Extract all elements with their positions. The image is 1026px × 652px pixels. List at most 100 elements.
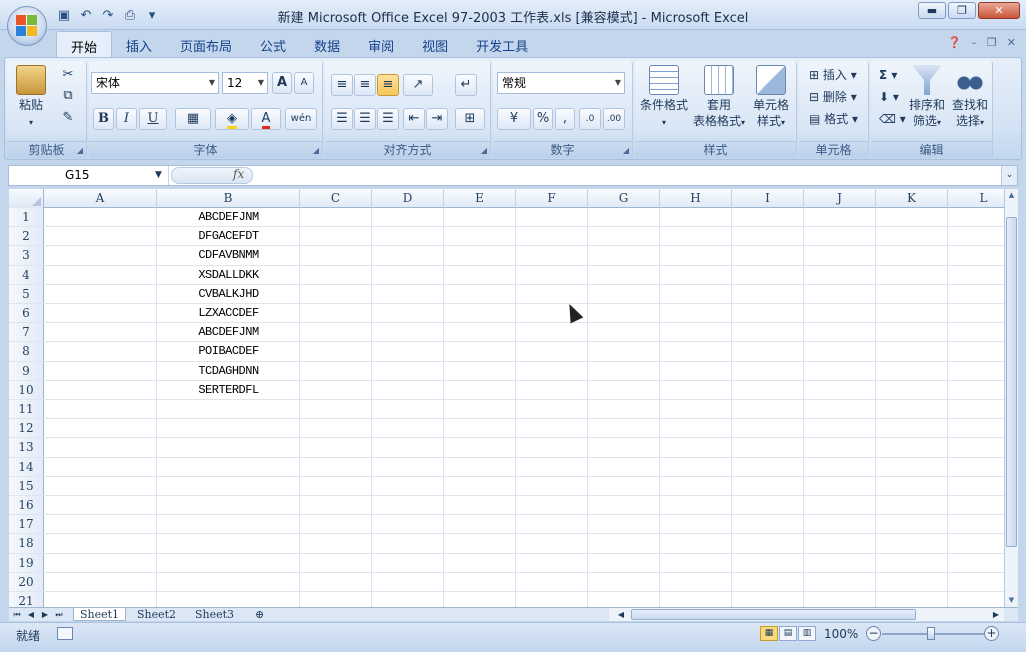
row-header[interactable]: 13 bbox=[9, 438, 44, 457]
clear-button[interactable]: ⌫ ▾ bbox=[879, 109, 906, 129]
row-header[interactable]: 7 bbox=[9, 323, 44, 342]
autosum-button[interactable]: Σ ▾ bbox=[879, 65, 897, 85]
align-left-icon[interactable]: ☰ bbox=[331, 108, 353, 130]
orientation-icon[interactable]: ↗ bbox=[403, 74, 433, 96]
cell-styles-button[interactable]: 单元格 样式▾ bbox=[747, 65, 795, 131]
increase-indent-icon[interactable]: ⇥ bbox=[426, 108, 448, 130]
find-select-button[interactable]: 查找和 选择▾ bbox=[949, 65, 991, 131]
office-button[interactable] bbox=[7, 6, 47, 46]
row-header[interactable]: 2 bbox=[9, 227, 44, 246]
cell-b[interactable] bbox=[157, 496, 300, 514]
page-layout-view-icon[interactable]: ▤ bbox=[779, 626, 797, 641]
launcher-icon[interactable]: ◢ bbox=[623, 146, 629, 155]
sheet-tab-2[interactable]: Sheet2 bbox=[131, 608, 182, 621]
decrease-indent-icon[interactable]: ⇤ bbox=[403, 108, 425, 130]
cell-b[interactable]: XSDALLDKK bbox=[157, 266, 300, 284]
column-header[interactable]: B bbox=[157, 189, 300, 208]
row-header[interactable]: 17 bbox=[9, 515, 44, 534]
cell-b[interactable] bbox=[157, 515, 300, 533]
column-header[interactable]: H bbox=[660, 189, 732, 208]
align-top-icon[interactable]: ≡ bbox=[331, 74, 353, 96]
next-sheet-icon[interactable]: ▶ bbox=[39, 608, 51, 621]
row-header[interactable]: 19 bbox=[9, 553, 44, 572]
launcher-icon[interactable]: ◢ bbox=[77, 146, 83, 155]
increase-decimal-icon[interactable]: .0 bbox=[579, 108, 601, 130]
row-header[interactable]: 4 bbox=[9, 265, 44, 284]
sort-filter-button[interactable]: 排序和 筛选▾ bbox=[907, 65, 947, 131]
border-button[interactable]: ▦ bbox=[175, 108, 211, 130]
zoom-in-icon[interactable]: + bbox=[984, 626, 999, 641]
column-header[interactable]: A bbox=[44, 189, 157, 208]
tab-formulas[interactable]: 公式 bbox=[246, 31, 300, 57]
minimize-button[interactable]: ▬ bbox=[918, 2, 946, 19]
cut-icon[interactable]: ✂ bbox=[57, 65, 79, 87]
font-color-button[interactable]: A bbox=[251, 108, 281, 130]
column-header[interactable]: G bbox=[588, 189, 660, 208]
row-header[interactable]: 6 bbox=[9, 304, 44, 323]
vertical-scroll-thumb[interactable] bbox=[1006, 217, 1017, 547]
cell-b[interactable]: TCDAGHDNN bbox=[157, 362, 300, 380]
tab-home[interactable]: 开始 bbox=[56, 31, 113, 57]
cell-b[interactable] bbox=[157, 573, 300, 591]
normal-view-icon[interactable]: ▦ bbox=[760, 626, 778, 641]
align-right-icon[interactable]: ☰ bbox=[377, 108, 399, 130]
cell-b[interactable]: CVBALKJHD bbox=[157, 285, 300, 303]
ribbon-close-icon[interactable]: ✕ bbox=[1007, 36, 1016, 49]
insert-sheet-icon[interactable]: ⊕ bbox=[249, 608, 270, 621]
cell-b[interactable] bbox=[157, 592, 300, 607]
align-bottom-icon[interactable]: ≡ bbox=[377, 74, 399, 96]
cell-b[interactable]: DFGACEFDT bbox=[157, 227, 300, 245]
close-button[interactable]: ✕ bbox=[978, 2, 1020, 19]
row-header[interactable]: 16 bbox=[9, 496, 44, 515]
row-header[interactable]: 20 bbox=[9, 572, 44, 591]
tab-developer[interactable]: 开发工具 bbox=[462, 31, 542, 57]
worksheet-grid[interactable]: A B C D E F G H I J K L 1 ABCDEFJNM 2 DFGAC… bbox=[9, 189, 1004, 607]
restore-button[interactable]: ❐ bbox=[948, 2, 976, 19]
cell-b[interactable] bbox=[157, 534, 300, 552]
percent-button[interactable]: % bbox=[533, 108, 553, 130]
scroll-left-icon[interactable]: ◀ bbox=[615, 608, 627, 621]
cell-b[interactable]: ABCDEFJNM bbox=[157, 208, 300, 226]
column-header[interactable]: L bbox=[948, 189, 1004, 208]
vertical-scrollbar[interactable]: ▲ ▼ bbox=[1004, 189, 1018, 607]
column-header[interactable]: D bbox=[372, 189, 444, 208]
zoom-out-icon[interactable]: − bbox=[866, 626, 881, 641]
column-header[interactable]: C bbox=[300, 189, 372, 208]
cell-b[interactable] bbox=[157, 419, 300, 437]
font-name-select[interactable]: 宋体 ▼ bbox=[91, 72, 219, 94]
help-icon[interactable]: ❓ bbox=[948, 36, 962, 49]
row-header[interactable]: 9 bbox=[9, 361, 44, 380]
row-header[interactable]: 8 bbox=[9, 342, 44, 361]
row-header[interactable]: 11 bbox=[9, 400, 44, 419]
bold-button[interactable]: B bbox=[93, 108, 114, 130]
launcher-icon[interactable]: ◢ bbox=[313, 146, 319, 155]
cell-b[interactable] bbox=[157, 554, 300, 572]
row-header[interactable]: 3 bbox=[9, 246, 44, 265]
cell-b[interactable]: POIBACDEF bbox=[157, 342, 300, 360]
column-header[interactable]: K bbox=[876, 189, 948, 208]
underline-button[interactable]: U bbox=[139, 108, 167, 130]
cell-b[interactable]: CDFAVBNMM bbox=[157, 246, 300, 264]
zoom-slider-thumb[interactable] bbox=[927, 627, 935, 640]
row-header[interactable]: 1 bbox=[9, 208, 44, 227]
column-header[interactable]: I bbox=[732, 189, 804, 208]
shrink-font-button[interactable]: A bbox=[294, 72, 314, 94]
phonetic-button[interactable]: wén bbox=[285, 108, 317, 130]
page-break-view-icon[interactable]: ▥ bbox=[798, 626, 816, 641]
fill-color-button[interactable]: ◈ bbox=[215, 108, 249, 130]
cell-b[interactable] bbox=[157, 400, 300, 418]
align-middle-icon[interactable]: ≡ bbox=[354, 74, 376, 96]
align-center-icon[interactable]: ☰ bbox=[354, 108, 376, 130]
cell-b[interactable] bbox=[157, 477, 300, 495]
formula-input[interactable] bbox=[259, 168, 999, 183]
row-header[interactable]: 10 bbox=[9, 380, 44, 399]
macro-record-icon[interactable] bbox=[57, 627, 73, 640]
cell-b[interactable]: LZXACCDEF bbox=[157, 304, 300, 322]
cell-b[interactable] bbox=[157, 438, 300, 456]
tab-insert[interactable]: 插入 bbox=[112, 31, 166, 57]
merge-center-icon[interactable]: ⊞ bbox=[455, 108, 485, 130]
tab-view[interactable]: 视图 bbox=[408, 31, 462, 57]
row-header[interactable]: 18 bbox=[9, 534, 44, 553]
format-painter-icon[interactable]: ✎ bbox=[57, 108, 79, 130]
tab-data[interactable]: 数据 bbox=[300, 31, 354, 57]
